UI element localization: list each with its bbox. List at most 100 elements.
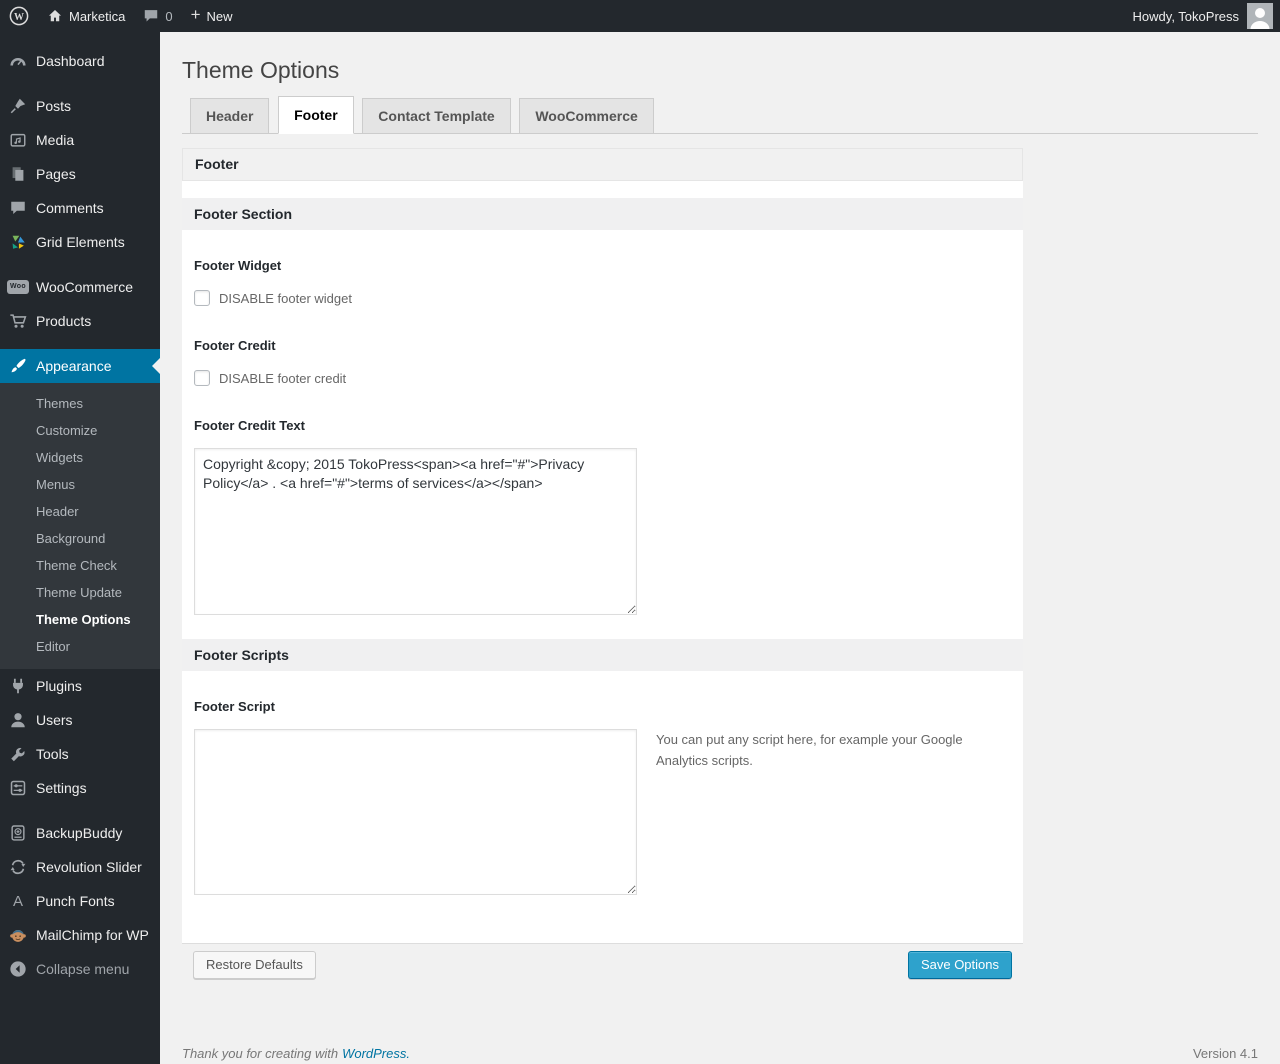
page-footer: Thank you for creating with WordPress. Ve… — [182, 1046, 1258, 1061]
footer-widget-checkbox-row[interactable]: DISABLE footer widget — [194, 290, 1011, 306]
sidebar-item-pages[interactable]: Pages — [0, 157, 160, 191]
comment-bubble-icon — [145, 10, 158, 22]
sidebar-item-label: Tools — [36, 746, 69, 762]
sidebar-item-label: Users — [36, 712, 73, 728]
submenu-item-widgets[interactable]: Widgets — [0, 444, 160, 471]
wordpress-logo-icon[interactable]: W — [0, 0, 38, 32]
sidebar-item-users[interactable]: Users — [0, 703, 160, 737]
wordpress-link[interactable]: WordPress. — [342, 1046, 410, 1061]
sidebar-item-label: Dashboard — [36, 53, 105, 69]
sidebar-item-label: Revolution Slider — [36, 859, 142, 875]
save-options-button[interactable]: Save Options — [907, 951, 1012, 979]
sidebar-item-label: Collapse menu — [36, 961, 130, 977]
footer-credit-text-label: Footer Credit Text — [194, 418, 305, 433]
disable-footer-credit-checkbox[interactable] — [194, 370, 210, 386]
sidebar-item-posts[interactable]: Posts — [0, 89, 160, 123]
sidebar-item-appearance[interactable]: Appearance — [0, 349, 160, 383]
page-title: Theme Options — [182, 57, 340, 83]
footer-scripts-fields: Footer Script You can put any script her… — [182, 671, 1023, 943]
sidebar-item-label: Pages — [36, 166, 76, 182]
tab-woocommerce[interactable]: WooCommerce — [519, 98, 654, 134]
plugin-icon — [8, 677, 28, 695]
sidebar-item-products[interactable]: Products — [0, 304, 160, 338]
sidebar-item-label: Media — [36, 132, 75, 148]
tab-contact-template[interactable]: Contact Template — [362, 98, 511, 134]
sidebar-item-woocommerce[interactable]: Woo WooCommerce — [0, 270, 160, 304]
grid-elements-icon — [8, 233, 28, 251]
submenu-item-themes[interactable]: Themes — [0, 390, 160, 417]
admin-menu: Dashboard Posts Media Pages Comments Gri… — [0, 44, 160, 986]
footer-credit-checkbox-row[interactable]: DISABLE footer credit — [194, 370, 1011, 386]
home-icon — [49, 10, 61, 22]
footer-section-fields: Footer Widget DISABLE footer widget Foot… — [182, 230, 1023, 639]
sidebar-item-dashboard[interactable]: Dashboard — [0, 44, 160, 78]
admin-bar-right: Howdy, TokoPress — [1133, 3, 1280, 29]
howdy-account-link[interactable]: Howdy, TokoPress — [1133, 9, 1239, 24]
menu-separator — [0, 78, 160, 89]
disable-footer-widget-checkbox[interactable] — [194, 290, 210, 306]
tab-footer[interactable]: Footer — [278, 96, 354, 134]
site-name-label: Marketica — [69, 8, 126, 24]
new-content-link[interactable]: + New — [182, 0, 242, 32]
tab-bar: Header Footer Contact Template WooCommer… — [182, 96, 1258, 134]
tab-header[interactable]: Header — [190, 98, 270, 134]
sidebar-item-settings[interactable]: Settings — [0, 771, 160, 805]
footer-script-row: You can put any script here, for example… — [194, 714, 1011, 895]
submenu-item-customize[interactable]: Customize — [0, 417, 160, 444]
sidebar-item-backupbuddy[interactable]: BackupBuddy — [0, 816, 160, 850]
submenu-item-header[interactable]: Header — [0, 498, 160, 525]
media-icon — [8, 131, 28, 149]
site-name-link[interactable]: Marketica — [38, 0, 134, 32]
avatar — [1247, 3, 1273, 29]
submenu-item-background[interactable]: Background — [0, 525, 160, 552]
user-icon — [8, 711, 28, 729]
sidebar-item-collapse-menu[interactable]: Collapse menu — [0, 952, 160, 986]
woocommerce-badge-icon: Woo — [7, 280, 29, 294]
sidebar-item-comments[interactable]: Comments — [0, 191, 160, 225]
footer-thanks-text: Thank you for creating with WordPress. — [182, 1046, 410, 1061]
footer-credit-text-textarea[interactable]: Copyright &copy; 2015 TokoPress<span><a … — [194, 448, 637, 615]
sidebar-item-label: Grid Elements — [36, 234, 125, 250]
comments-link[interactable]: 0 — [134, 0, 181, 32]
admin-sidebar: Dashboard Posts Media Pages Comments Gri… — [0, 32, 160, 1064]
submenu-item-theme-update[interactable]: Theme Update — [0, 579, 160, 606]
sidebar-item-plugins[interactable]: Plugins — [0, 669, 160, 703]
wrench-icon — [8, 745, 28, 763]
sidebar-item-media[interactable]: Media — [0, 123, 160, 157]
restore-defaults-button[interactable]: Restore Defaults — [193, 951, 316, 979]
letter-a-icon: A — [12, 892, 23, 910]
panel-spacer — [182, 181, 1023, 198]
sidebar-item-label: Appearance — [36, 358, 112, 374]
sidebar-item-label: Settings — [36, 780, 87, 796]
sidebar-item-tools[interactable]: Tools — [0, 737, 160, 771]
sidebar-item-revolution-slider[interactable]: Revolution Slider — [0, 850, 160, 884]
checkbox-label: DISABLE footer credit — [219, 370, 347, 386]
submenu-item-theme-check[interactable]: Theme Check — [0, 552, 160, 579]
submenu-item-editor[interactable]: Editor — [0, 633, 160, 660]
checkbox-label: DISABLE footer widget — [219, 290, 352, 306]
sidebar-item-punch-fonts[interactable]: A Punch Fonts — [0, 884, 160, 918]
sidebar-item-mailchimp[interactable]: MailChimp for WP — [0, 918, 160, 952]
sidebar-item-label: BackupBuddy — [36, 825, 123, 841]
thanks-label: Thank you for creating with — [182, 1046, 339, 1061]
version-label: Version 4.1 — [1192, 1046, 1258, 1061]
new-label: New — [206, 8, 233, 24]
sidebar-item-grid-elements[interactable]: Grid Elements — [0, 225, 160, 259]
appearance-submenu: Themes Customize Widgets Menus Header Ba… — [0, 383, 160, 669]
shopping-cart-icon — [8, 312, 28, 330]
comment-bubble-icon — [8, 199, 28, 217]
sidebar-item-label: Plugins — [36, 678, 82, 694]
pushpin-icon — [8, 97, 28, 115]
menu-separator — [0, 338, 160, 349]
sidebar-item-label: Punch Fonts — [36, 893, 115, 909]
sidebar-item-label: Comments — [36, 200, 104, 216]
menu-separator — [0, 259, 160, 270]
main-layout: Dashboard Posts Media Pages Comments Gri… — [0, 0, 1280, 1064]
theme-options-panel: Footer Footer Section Footer Widget DISA… — [182, 148, 1023, 986]
submenu-item-theme-options[interactable]: Theme Options — [0, 606, 160, 633]
submenu-item-menus[interactable]: Menus — [0, 471, 160, 498]
footer-script-textarea[interactable] — [194, 729, 637, 895]
sidebar-item-label: MailChimp for WP — [36, 927, 149, 943]
dashboard-icon — [8, 52, 28, 70]
footer-script-label: Footer Script — [194, 699, 275, 714]
